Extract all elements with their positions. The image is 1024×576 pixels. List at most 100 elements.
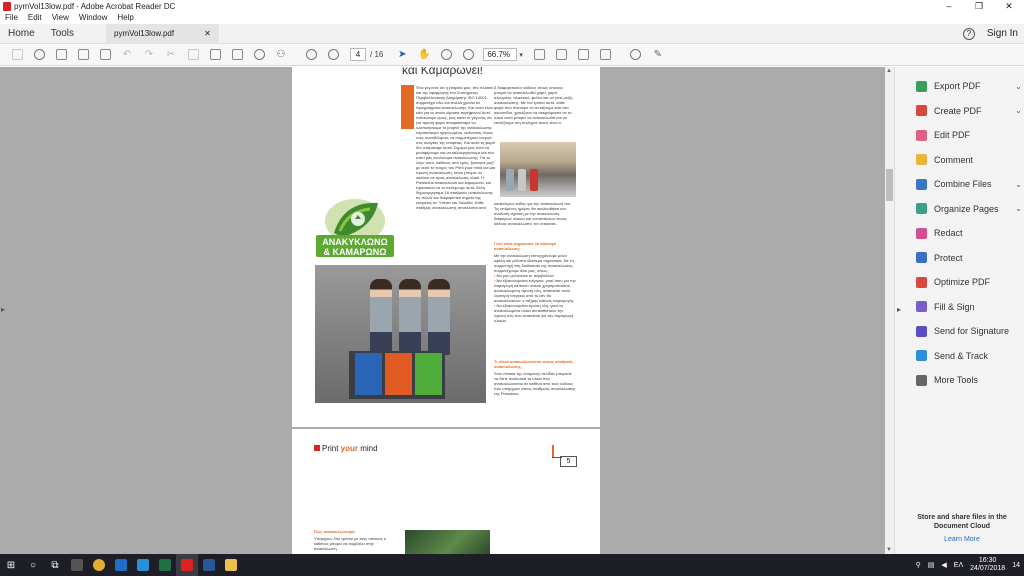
excel-icon[interactable] xyxy=(154,554,176,576)
learn-more-link[interactable]: Learn More xyxy=(905,535,1019,544)
tool-comment[interactable]: Comment xyxy=(916,153,1016,167)
document-cloud-promo: Store and share files in the Document Cl… xyxy=(905,513,1019,544)
tool-create-pdf[interactable]: Create PDF ⌄ xyxy=(916,104,1022,118)
scroll-mode-icon[interactable] xyxy=(595,46,617,64)
vertical-scrollbar[interactable]: ▲ ▼ xyxy=(885,67,894,554)
acrobat-taskbar-icon[interactable] xyxy=(176,554,198,576)
left-panel-toggle-icon[interactable]: ▸ xyxy=(1,305,5,314)
chevron-down-icon[interactable]: ⌄ xyxy=(1015,204,1022,213)
close-window-button[interactable]: ✕ xyxy=(994,0,1024,12)
scroll-down-icon[interactable]: ▼ xyxy=(886,547,892,553)
list-item: ▪ Να εξοικονομείται ενέργεια, γιατί όταν… xyxy=(494,278,576,303)
calculator-icon[interactable] xyxy=(66,554,88,576)
clock[interactable]: 16:30 24/07/2018 xyxy=(970,557,1005,573)
document-viewer[interactable]: ▸ και Καμαρώνει! Ένα γεγονός ότι η εταιρ… xyxy=(0,67,894,554)
fit-page-icon[interactable] xyxy=(529,46,551,64)
maximize-button[interactable]: ❐ xyxy=(964,0,994,12)
outlook-icon[interactable] xyxy=(110,554,132,576)
export-pdf-icon xyxy=(916,80,927,92)
paste-icon[interactable] xyxy=(204,46,226,64)
print-icon[interactable] xyxy=(50,46,72,64)
search-icon[interactable] xyxy=(248,46,270,64)
tab-home[interactable]: Home xyxy=(0,24,43,44)
zoom-level-input[interactable]: 66.7% xyxy=(483,48,518,61)
help-icon[interactable]: ? xyxy=(962,28,975,40)
zoom-out-icon[interactable] xyxy=(435,46,457,64)
chevron-down-icon[interactable]: ⌄ xyxy=(1015,106,1022,115)
tool-organize-pages[interactable]: Organize Pages ⌄ xyxy=(916,202,1022,216)
chevron-down-icon[interactable]: ⌄ xyxy=(1015,180,1022,189)
chevron-down-icon[interactable]: ⌄ xyxy=(1015,82,1022,91)
word-icon[interactable] xyxy=(198,554,220,576)
tab-document[interactable]: pymVol13low.pdf ✕ xyxy=(106,23,219,44)
tool-send-for-signature[interactable]: Send for Signature xyxy=(916,324,1016,338)
menu-window[interactable]: Window xyxy=(74,12,112,24)
pen-tool-icon[interactable]: ✎ xyxy=(647,46,669,64)
binoculars-icon[interactable]: ⚇ xyxy=(270,46,292,64)
minimize-button[interactable]: – xyxy=(934,0,964,12)
chrome-icon[interactable] xyxy=(88,554,110,576)
cut-icon[interactable]: ✂ xyxy=(160,46,182,64)
upload-icon[interactable] xyxy=(28,46,50,64)
menu-view[interactable]: View xyxy=(47,12,74,24)
save-icon[interactable] xyxy=(6,46,28,64)
page-number-input[interactable]: 4 xyxy=(350,48,366,61)
collapse-pane-icon[interactable]: ▸ xyxy=(897,305,901,314)
menu-edit[interactable]: Edit xyxy=(23,12,47,24)
recycling-campaign-logo: ΑΝΑΚΥΚΛΩΝΩ & ΚΑΜΑΡΩΝΩ xyxy=(316,199,394,257)
notification-count[interactable]: 14 xyxy=(1012,562,1020,569)
tool-more-tools[interactable]: More Tools xyxy=(916,373,1016,387)
file-explorer-icon[interactable] xyxy=(220,554,242,576)
people-icon[interactable]: ⚲ xyxy=(916,561,921,569)
create-pdf-icon xyxy=(916,105,927,116)
tool-send-track[interactable]: Send & Track xyxy=(916,349,1016,363)
next-page-icon[interactable] xyxy=(322,46,344,64)
tool-protect[interactable]: Protect xyxy=(916,251,1016,265)
tab-bar: Home Tools pymVol13low.pdf ✕ ? Sign In xyxy=(0,23,1024,44)
app-icon[interactable] xyxy=(132,554,154,576)
scroll-up-icon[interactable]: ▲ xyxy=(886,68,892,74)
tool-edit-pdf[interactable]: Edit PDF xyxy=(916,128,1016,142)
hand-tool-icon[interactable]: ✋ xyxy=(413,46,435,64)
zoom-in-icon[interactable] xyxy=(457,46,479,64)
tool-fill-sign[interactable]: Fill & Sign xyxy=(916,300,1016,314)
logo-text-line-1: ΑΝΑΚΥΚΛΩΝΩ xyxy=(322,237,387,247)
menu-help[interactable]: Help xyxy=(112,12,138,24)
window-title: pymVol13low.pdf - Adobe Acrobat Reader D… xyxy=(14,1,176,11)
menu-file[interactable]: File xyxy=(0,12,23,24)
snapshot-icon[interactable] xyxy=(226,46,248,64)
previous-page-icon[interactable] xyxy=(300,46,322,64)
article-heading: και Καμαρώνει! xyxy=(402,67,483,77)
tool-redact[interactable]: Redact xyxy=(916,226,1016,240)
close-tab-icon[interactable]: ✕ xyxy=(204,24,211,44)
select-cursor-icon[interactable]: ➤ xyxy=(391,46,413,64)
glass-bottles-photo xyxy=(405,530,490,554)
email-icon[interactable] xyxy=(72,46,94,64)
full-screen-icon[interactable] xyxy=(551,46,573,64)
tool-combine-files[interactable]: Combine Files ⌄ xyxy=(916,177,1022,191)
sign-in-button[interactable]: Sign In xyxy=(987,24,1018,44)
comment-tool-icon[interactable] xyxy=(625,46,647,64)
why-recycle-text: Με την ανακύκλωση επιτυγχάνουμε μόνο οφέ… xyxy=(494,253,574,273)
tools-pane: ▸ Export PDF ⌄ Create PDF ⌄ Edit PDF Comment C… xyxy=(894,67,1024,554)
search-taskbar-icon[interactable]: ○ xyxy=(22,554,44,576)
redo-icon[interactable]: ↷ xyxy=(138,46,160,64)
undo-icon[interactable]: ↶ xyxy=(116,46,138,64)
language-indicator[interactable]: ΕΛ xyxy=(954,562,963,569)
zoom-dropdown-icon[interactable]: ▾ xyxy=(519,51,523,59)
volume-icon[interactable]: ◀ xyxy=(941,561,946,569)
task-view-icon[interactable]: ⧉ xyxy=(44,554,66,576)
tab-tools[interactable]: Tools xyxy=(43,24,82,44)
start-icon[interactable]: ⊞ xyxy=(0,554,22,576)
network-icon[interactable]: ▤ xyxy=(928,561,935,569)
scrollbar-thumb[interactable] xyxy=(886,169,893,201)
tool-optimize-pdf[interactable]: Optimize PDF xyxy=(916,275,1016,289)
window-controls: – ❐ ✕ xyxy=(934,0,1024,12)
page-total: / 16 xyxy=(370,50,384,59)
copy-icon[interactable] xyxy=(182,46,204,64)
read-mode-icon[interactable] xyxy=(573,46,595,64)
tool-export-pdf[interactable]: Export PDF ⌄ xyxy=(916,79,1022,93)
pdf-page-4: και Καμαρώνει! Ένα γεγονός ότι η εταιρεί… xyxy=(292,67,600,427)
protect-file-icon[interactable] xyxy=(94,46,116,64)
tool-label: Protect xyxy=(934,252,963,263)
